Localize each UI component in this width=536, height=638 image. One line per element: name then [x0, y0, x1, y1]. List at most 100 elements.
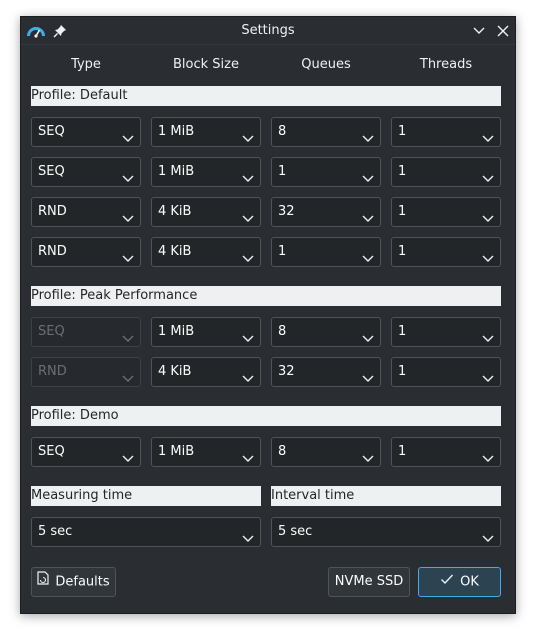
- chevron-down-icon: [362, 327, 374, 342]
- block-size-select[interactable]: 1 MiB: [151, 157, 261, 187]
- chevron-down-icon: [122, 367, 134, 382]
- chevron-down-icon: [482, 127, 494, 142]
- threads-select[interactable]: 1: [391, 157, 501, 187]
- chevron-down-icon: [482, 167, 494, 182]
- column-header-threads: Threads: [419, 57, 473, 72]
- queues-select[interactable]: 1: [271, 157, 381, 187]
- column-header-queues: Queues: [301, 57, 351, 72]
- interval-time-label: Interval time: [271, 486, 501, 506]
- queues-value: 32: [278, 364, 295, 379]
- type-value: RND: [38, 204, 67, 219]
- queues-select[interactable]: 32: [271, 357, 381, 387]
- chevron-down-icon: [362, 447, 374, 462]
- profile-default-label: Profile: Default: [31, 86, 501, 106]
- chevron-down-icon: [482, 367, 494, 382]
- threads-value: 1: [398, 244, 407, 259]
- interval-time-select[interactable]: 5 sec: [271, 517, 501, 547]
- block-size-value: 4 KiB: [158, 244, 192, 259]
- type-select[interactable]: RND: [31, 197, 141, 227]
- type-select[interactable]: SEQ: [31, 117, 141, 147]
- chevron-down-icon: [482, 247, 494, 262]
- chevron-down-icon: [242, 367, 254, 382]
- block-size-value: 1 MiB: [158, 164, 195, 179]
- chevron-down-icon: [242, 167, 254, 182]
- window-title: Settings: [241, 23, 295, 38]
- profile-demo-label: Profile: Demo: [31, 406, 501, 426]
- minimize-chevron-icon[interactable]: [471, 23, 487, 39]
- chevron-down-icon: [242, 247, 254, 262]
- title-bar: Settings: [21, 17, 515, 45]
- queues-select[interactable]: 32: [271, 197, 381, 227]
- queues-value: 8: [278, 124, 287, 139]
- type-value: SEQ: [38, 324, 65, 339]
- nvme-ssd-label: NVMe SSD: [334, 574, 404, 589]
- measuring-time-label: Measuring time: [31, 486, 261, 506]
- queues-select[interactable]: 8: [271, 437, 381, 467]
- threads-select[interactable]: 1: [391, 237, 501, 267]
- block-size-value: 4 KiB: [158, 364, 192, 379]
- threads-value: 1: [398, 124, 407, 139]
- close-icon[interactable]: [495, 23, 511, 39]
- chevron-down-icon: [362, 367, 374, 382]
- chevron-down-icon: [482, 527, 494, 542]
- threads-value: 1: [398, 204, 407, 219]
- measuring-time-select[interactable]: 5 sec: [31, 517, 261, 547]
- column-header-type: Type: [71, 57, 101, 72]
- chevron-down-icon: [242, 327, 254, 342]
- threads-value: 1: [398, 164, 407, 179]
- chevron-down-icon: [242, 127, 254, 142]
- type-select-disabled: RND: [31, 357, 141, 387]
- document-icon: [37, 568, 49, 596]
- chevron-down-icon: [362, 247, 374, 262]
- settings-window: Settings Type Block Size Queues Threads …: [20, 16, 516, 614]
- threads-value: 1: [398, 364, 407, 379]
- queues-value: 8: [278, 444, 287, 459]
- column-header-block-size: Block Size: [173, 57, 239, 72]
- type-value: SEQ: [38, 124, 65, 139]
- defaults-button[interactable]: Defaults: [31, 567, 116, 597]
- block-size-value: 1 MiB: [158, 324, 195, 339]
- type-select[interactable]: SEQ: [31, 157, 141, 187]
- type-select-disabled: SEQ: [31, 317, 141, 347]
- chevron-down-icon: [242, 447, 254, 462]
- type-value: RND: [38, 244, 67, 259]
- block-size-select[interactable]: 1 MiB: [151, 437, 261, 467]
- threads-select[interactable]: 1: [391, 117, 501, 147]
- ok-button[interactable]: OK: [418, 567, 501, 597]
- chevron-down-icon: [122, 127, 134, 142]
- type-select[interactable]: RND: [31, 237, 141, 267]
- block-size-value: 1 MiB: [158, 124, 195, 139]
- chevron-down-icon: [242, 207, 254, 222]
- threads-select[interactable]: 1: [391, 437, 501, 467]
- chevron-down-icon: [362, 207, 374, 222]
- type-select[interactable]: SEQ: [31, 437, 141, 467]
- queues-value: 32: [278, 204, 295, 219]
- threads-select[interactable]: 1: [391, 197, 501, 227]
- queues-select[interactable]: 1: [271, 237, 381, 267]
- threads-select[interactable]: 1: [391, 317, 501, 347]
- block-size-value: 1 MiB: [158, 444, 195, 459]
- chevron-down-icon: [482, 447, 494, 462]
- nvme-ssd-button[interactable]: NVMe SSD: [328, 567, 410, 597]
- chevron-down-icon: [122, 247, 134, 262]
- block-size-select[interactable]: 4 KiB: [151, 237, 261, 267]
- type-value: RND: [38, 364, 67, 379]
- profile-peak-label: Profile: Peak Performance: [31, 286, 501, 306]
- interval-time-value: 5 sec: [278, 524, 313, 539]
- queues-select[interactable]: 8: [271, 317, 381, 347]
- threads-value: 1: [398, 324, 407, 339]
- queues-select[interactable]: 8: [271, 117, 381, 147]
- chevron-down-icon: [122, 207, 134, 222]
- defaults-label: Defaults: [55, 574, 110, 590]
- queues-value: 1: [278, 164, 287, 179]
- block-size-select[interactable]: 1 MiB: [151, 317, 261, 347]
- block-size-select[interactable]: 4 KiB: [151, 357, 261, 387]
- threads-select[interactable]: 1: [391, 357, 501, 387]
- chevron-down-icon: [122, 447, 134, 462]
- block-size-select[interactable]: 1 MiB: [151, 117, 261, 147]
- block-size-select[interactable]: 4 KiB: [151, 197, 261, 227]
- block-size-value: 4 KiB: [158, 204, 192, 219]
- type-value: SEQ: [38, 444, 65, 459]
- checkmark-icon: [440, 568, 454, 596]
- chevron-down-icon: [242, 527, 254, 542]
